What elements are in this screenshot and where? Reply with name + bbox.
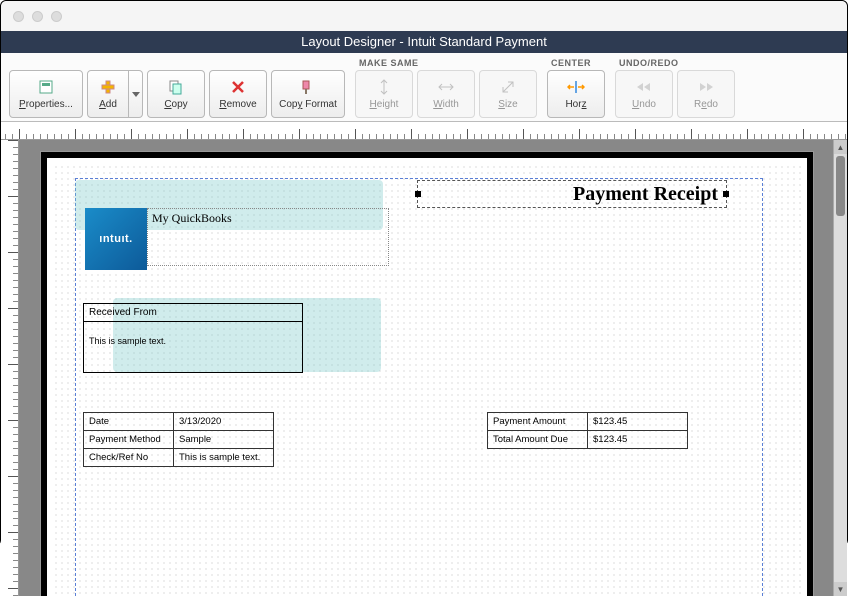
width-button: Width: [417, 70, 475, 118]
make-same-label: MAKE SAME: [359, 58, 537, 68]
redo-icon: [697, 78, 715, 96]
vertical-scrollbar[interactable]: ▲ ▼: [833, 140, 847, 596]
logo-text: ıntuıt.: [99, 233, 132, 245]
window-titlebar: [1, 1, 847, 31]
table-row: Date3/13/2020: [84, 413, 274, 431]
copy-icon: [168, 78, 184, 96]
width-icon: [438, 78, 454, 96]
size-icon: [501, 78, 515, 96]
size-button: Size: [479, 70, 537, 118]
details-table-right[interactable]: Payment Amount$123.45 Total Amount Due$1…: [487, 412, 688, 449]
center-horz-icon: [567, 78, 585, 96]
company-name-text: My QuickBooks: [152, 211, 232, 225]
horizontal-ruler: [1, 122, 847, 140]
properties-button[interactable]: Properties...: [9, 70, 83, 118]
height-button: Height: [355, 70, 413, 118]
title-field[interactable]: Payment Receipt: [417, 180, 727, 208]
received-from-box[interactable]: Received From This is sample text.: [83, 303, 303, 373]
traffic-light-close[interactable]: [13, 11, 24, 22]
received-from-body: This is sample text.: [84, 322, 302, 372]
properties-icon: [38, 78, 54, 96]
copy-button[interactable]: Copy: [147, 70, 205, 118]
scroll-down-icon[interactable]: ▼: [834, 582, 847, 596]
add-dropdown[interactable]: [129, 70, 143, 118]
page[interactable]: Payment Receipt ıntuıt. My QuickBooks Re…: [41, 152, 813, 596]
horz-button[interactable]: Horz: [547, 70, 605, 118]
scroll-thumb[interactable]: [836, 156, 845, 216]
add-button[interactable]: Add: [87, 70, 129, 118]
undo-button: Undo: [615, 70, 673, 118]
scroll-up-icon[interactable]: ▲: [834, 140, 847, 154]
table-row: Total Amount Due$123.45: [488, 431, 688, 449]
copy-format-button[interactable]: Copy Format: [271, 70, 345, 118]
received-from-label: Received From: [84, 304, 302, 322]
logo[interactable]: ıntuıt.: [85, 208, 147, 270]
remove-icon: [231, 78, 245, 96]
paintbrush-icon: [300, 78, 316, 96]
details-table-left[interactable]: Date3/13/2020 Payment MethodSample Check…: [83, 412, 274, 467]
redo-button: Redo: [677, 70, 735, 118]
undo-redo-label: UNDO/REDO: [619, 58, 735, 68]
app-title: Layout Designer - Intuit Standard Paymen…: [1, 31, 847, 53]
center-label: CENTER: [551, 58, 605, 68]
table-row: Payment Amount$123.45: [488, 413, 688, 431]
table-row: Check/Ref NoThis is sample text.: [84, 449, 274, 467]
traffic-light-minimize[interactable]: [32, 11, 43, 22]
canvas[interactable]: Payment Receipt ıntuıt. My QuickBooks Re…: [19, 140, 847, 596]
toolbar: Properties... Add Copy Remove Copy Forma…: [1, 53, 847, 122]
traffic-light-zoom[interactable]: [51, 11, 62, 22]
company-name-field[interactable]: My QuickBooks: [147, 208, 389, 266]
table-row: Payment MethodSample: [84, 431, 274, 449]
remove-button[interactable]: Remove: [209, 70, 267, 118]
title-text: Payment Receipt: [573, 183, 718, 205]
height-icon: [377, 78, 391, 96]
vertical-ruler: [1, 140, 19, 596]
undo-icon: [635, 78, 653, 96]
plus-icon: [101, 78, 115, 96]
